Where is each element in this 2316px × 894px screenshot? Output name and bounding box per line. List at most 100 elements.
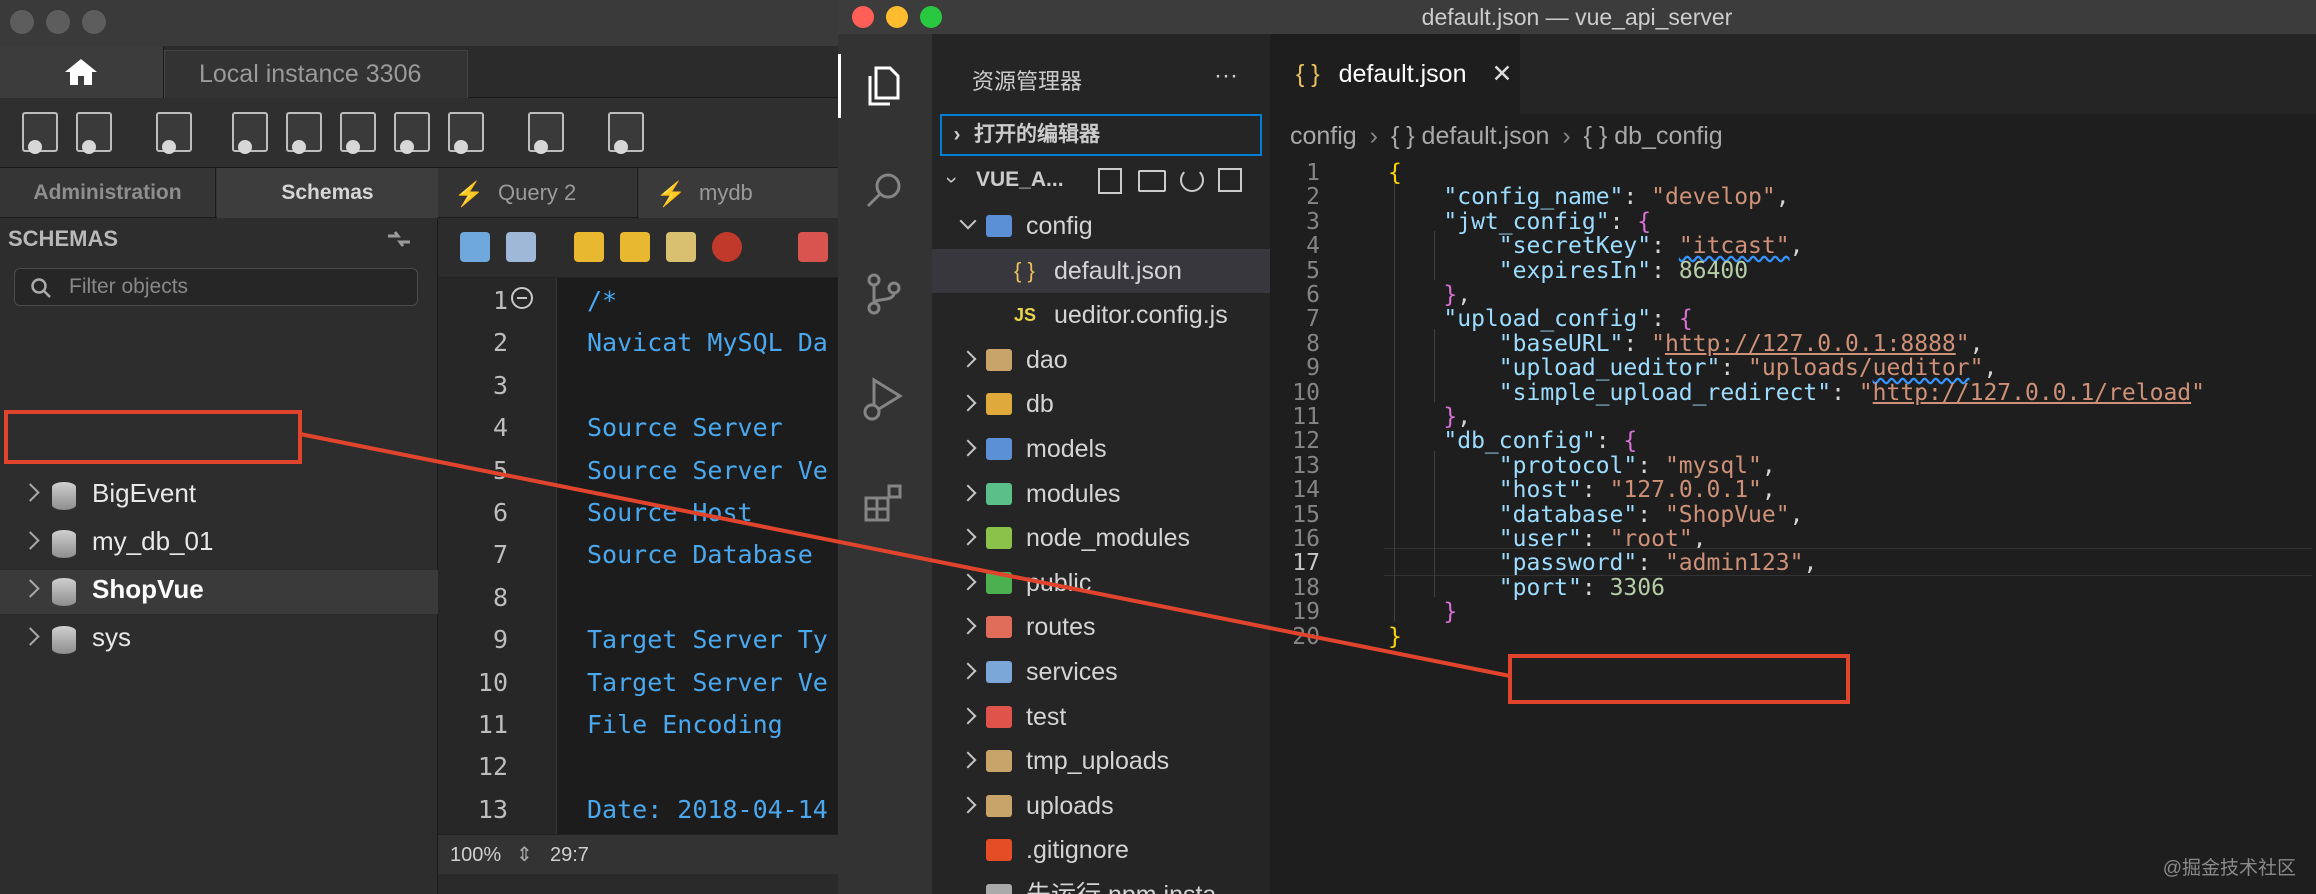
query-editor-area: Query 2 mydb ⚡ ⚡ 1 2 3 4 5 6 7 8 9 10 11 12 13 /* Nav… xyxy=(438,168,838,894)
window-zoom-icon[interactable] xyxy=(920,6,942,28)
tree-item-label: config xyxy=(1026,212,1093,240)
code-token: : xyxy=(1581,477,1610,504)
project-root[interactable]: › VUE_A... xyxy=(932,158,1270,202)
inspector-icon[interactable] xyxy=(156,112,192,154)
code-token: 86400 xyxy=(1678,257,1749,284)
tree-item-folder[interactable]: tmp_uploads xyxy=(932,739,1270,783)
sql-editor[interactable]: /* Navicat MySQL Da Source Server Source Se… xyxy=(556,278,838,834)
create-table-icon[interactable] xyxy=(286,112,322,154)
code-line: "secretKey": "itcast", xyxy=(1388,233,1804,259)
search-icon[interactable] xyxy=(860,166,908,214)
create-function-icon[interactable] xyxy=(448,112,484,154)
run-debug-icon[interactable] xyxy=(860,374,908,422)
breadcrumb-file[interactable]: { } default.json xyxy=(1391,122,1549,150)
close-tab-icon[interactable]: ✕ xyxy=(1491,60,1512,88)
window-close-icon[interactable] xyxy=(852,6,874,28)
reconnect-icon[interactable] xyxy=(608,112,644,154)
sql-line: Navicat MySQL Da xyxy=(587,328,828,358)
tree-item-label: tmp_uploads xyxy=(1026,747,1170,776)
chevron-right-icon[interactable] xyxy=(21,579,40,598)
tree-item-folder[interactable]: public xyxy=(932,561,1270,605)
zoom-stepper-icon[interactable]: ⇕ xyxy=(516,835,533,875)
new-folder-icon[interactable] xyxy=(1138,170,1166,192)
schema-item[interactable]: my_db_01 xyxy=(0,522,438,566)
create-view-icon[interactable] xyxy=(340,112,376,154)
schema-item[interactable]: sys xyxy=(0,618,438,662)
more-actions-icon[interactable]: ··· xyxy=(1214,62,1238,90)
open-editors-section[interactable]: › 打开的编辑器 xyxy=(940,114,1262,156)
refresh-icon[interactable] xyxy=(1180,168,1204,192)
home-tab[interactable] xyxy=(0,46,164,98)
save-icon[interactable] xyxy=(506,232,536,262)
tree-item-folder[interactable]: uploads xyxy=(932,784,1270,828)
collapse-all-icon[interactable] xyxy=(1218,168,1242,192)
connection-tab[interactable]: Local instance 3306 xyxy=(164,50,468,98)
toggle-error-icon[interactable] xyxy=(798,232,828,262)
cursor-position: 29:7 xyxy=(550,844,589,866)
folder-icon xyxy=(986,705,1012,728)
folder-icon xyxy=(986,616,1012,639)
window-zoom-icon[interactable] xyxy=(82,10,106,34)
window-minimize-icon[interactable] xyxy=(886,6,908,28)
explorer-icon[interactable] xyxy=(860,62,908,110)
sql-line-number: 2 xyxy=(492,328,508,358)
tree-item-folder[interactable]: dao xyxy=(932,338,1270,382)
open-folder-icon[interactable] xyxy=(460,232,490,262)
tree-item-folder[interactable]: db xyxy=(932,382,1270,426)
open-sql-script-icon[interactable] xyxy=(76,112,112,154)
tree-item-label: test xyxy=(1026,702,1067,731)
new-sql-tab-icon[interactable] xyxy=(22,112,58,154)
search-table-data-icon[interactable] xyxy=(528,112,564,154)
json-code[interactable]: { "config_name": "develop", "jwt_config"… xyxy=(1384,158,2316,894)
breadcrumb-config[interactable]: config xyxy=(1290,122,1357,150)
tree-item-js[interactable]: JS ueditor.config.js xyxy=(932,293,1270,337)
code-line: "config_name": "develop", xyxy=(1388,184,1789,210)
tab-schemas[interactable]: Schemas xyxy=(217,168,438,218)
line-number: 3 xyxy=(1306,208,1320,235)
create-procedure-icon[interactable] xyxy=(394,112,430,154)
explain-icon[interactable] xyxy=(666,232,696,262)
code-token: "127.0.0.1" xyxy=(1609,477,1762,504)
tree-item-folder-open[interactable]: config xyxy=(932,204,1270,248)
stop-icon[interactable] xyxy=(712,232,742,262)
zoom-level[interactable]: 100% xyxy=(450,835,501,875)
create-schema-icon[interactable] xyxy=(232,112,268,154)
tree-item-git[interactable]: .gitignore xyxy=(932,828,1270,872)
schema-item[interactable]: ShopVue xyxy=(0,570,438,614)
window-close-icon[interactable] xyxy=(10,10,34,34)
breadcrumb-symbol[interactable]: { } db_config xyxy=(1584,122,1723,150)
tree-item-folder[interactable]: modules xyxy=(932,472,1270,516)
database-icon xyxy=(52,578,76,606)
execute-statement-icon[interactable] xyxy=(620,232,650,262)
execute-icon[interactable] xyxy=(574,232,604,262)
chevron-right-icon[interactable] xyxy=(21,483,40,502)
extensions-icon[interactable] xyxy=(860,478,908,526)
tree-item-folder[interactable]: test xyxy=(932,695,1270,739)
chevron-right-icon[interactable] xyxy=(21,627,40,646)
code-token: http://127.0.0.1:8888 xyxy=(1664,330,1956,357)
tree-item-folder[interactable]: routes xyxy=(932,605,1270,649)
tab-default-json[interactable]: { } default.json ✕ xyxy=(1270,34,1520,114)
sql-line: Target Server Ty xyxy=(587,625,828,655)
vscode-window: default.json — vue_api_server 资源管理器 ··· … xyxy=(838,0,2316,894)
filter-objects-input[interactable]: Filter objects xyxy=(14,268,418,306)
new-file-icon[interactable] xyxy=(1098,168,1122,194)
source-control-icon[interactable] xyxy=(860,270,908,318)
tree-item-folder[interactable]: models xyxy=(932,427,1270,471)
schema-item[interactable]: BigEvent xyxy=(0,474,438,518)
tree-item-folder[interactable]: services xyxy=(932,650,1270,694)
chevron-right-icon xyxy=(959,528,977,546)
tree-item-json[interactable]: { } default.json xyxy=(932,248,1270,293)
sql-line-number: 7 xyxy=(492,540,508,570)
tree-item-folder[interactable]: node_modules xyxy=(932,516,1270,560)
collapse-icon[interactable] xyxy=(510,286,534,310)
tree-item-file[interactable]: 先运行 npm insta... xyxy=(932,873,1270,894)
tab-administration[interactable]: Administration xyxy=(0,168,216,218)
window-minimize-icon[interactable] xyxy=(46,10,70,34)
navigator-sidebar: Administration Schemas SCHEMAS Filter ob… xyxy=(0,168,438,894)
chevron-right-icon[interactable] xyxy=(21,531,40,550)
code-token: " xyxy=(1651,330,1665,357)
sql-line: Target Server Ve xyxy=(587,667,828,697)
chevron-down-icon: › xyxy=(940,176,964,184)
refresh-schemas-icon[interactable] xyxy=(386,228,412,250)
